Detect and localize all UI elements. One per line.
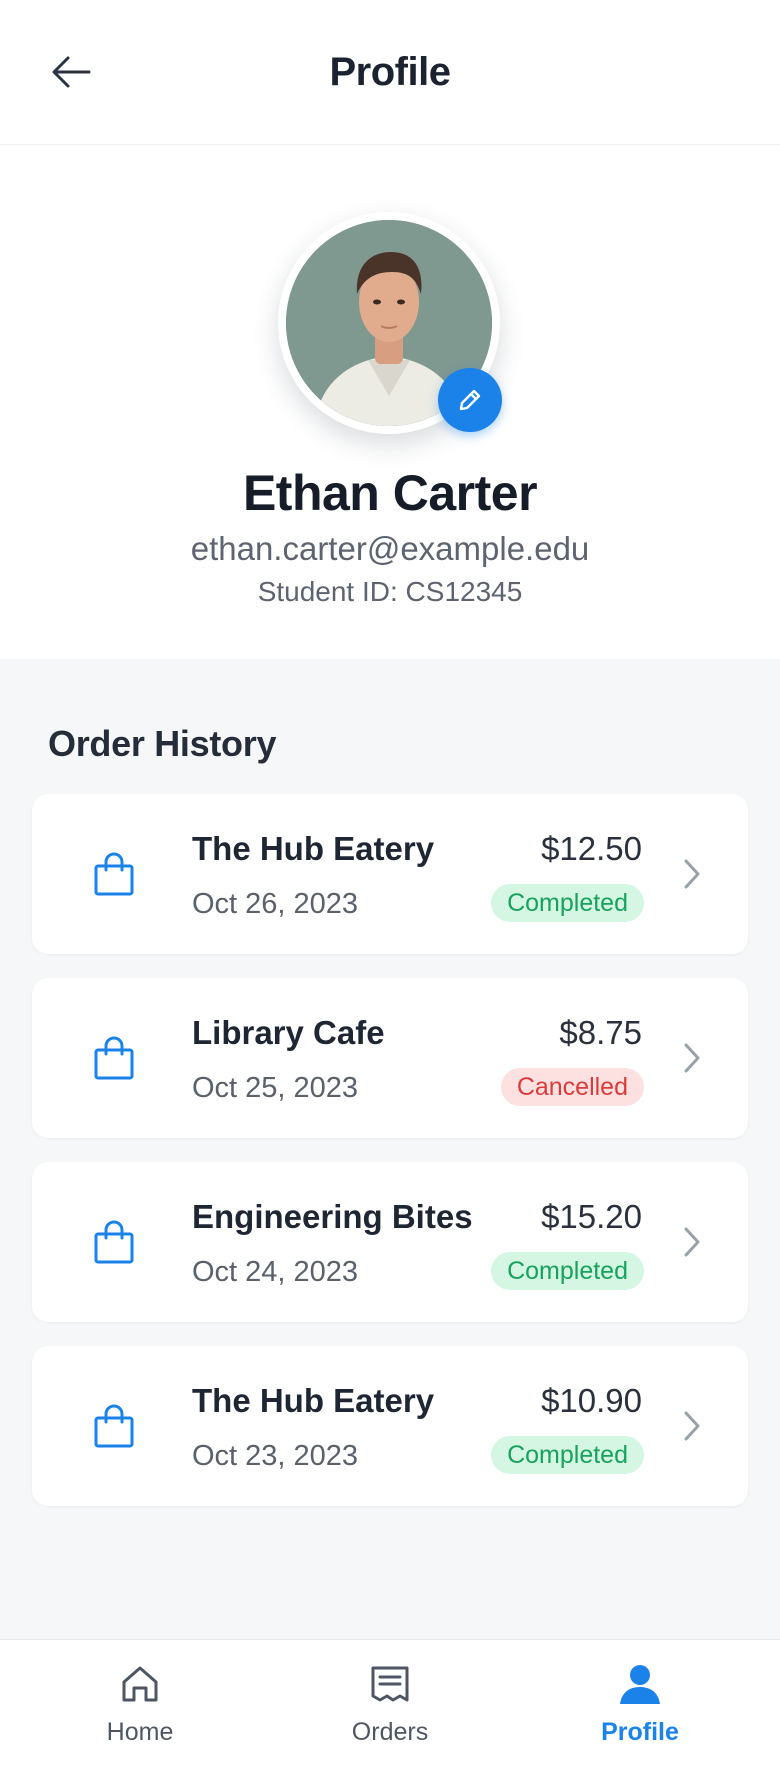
home-icon [118, 1662, 162, 1706]
receipt-icon [368, 1662, 412, 1706]
top-app-bar: Profile [0, 0, 780, 145]
user-icon [618, 1662, 662, 1706]
user-name: Ethan Carter [242, 465, 538, 521]
order-price: $12.50 [541, 830, 642, 867]
chevron-right-icon [672, 1038, 712, 1078]
order-date: Oct 23, 2023 [192, 1440, 359, 1472]
status-badge: Completed [491, 884, 644, 922]
nav-label-orders: Orders [351, 1718, 429, 1746]
order-price: $15.20 [541, 1198, 642, 1235]
nav-item-home[interactable]: Home [40, 1640, 240, 1768]
chevron-right-icon [672, 1222, 712, 1262]
restaurant-name: The Hub Eatery [192, 830, 435, 867]
restaurant-name: The Hub Eatery [192, 1382, 435, 1419]
status-badge: Completed [491, 1436, 644, 1474]
student-id: Student ID: CS12345 [257, 576, 523, 607]
nav-label-profile: Profile [601, 1718, 679, 1746]
nav-item-profile[interactable]: Profile [540, 1640, 740, 1768]
shopping-bag-icon [94, 852, 134, 896]
order-card[interactable]: The Hub Eatery Oct 26, 2023 $12.50 Compl… [32, 794, 748, 954]
restaurant-name: Library Cafe [192, 1014, 385, 1051]
order-history-section: Order History The Hub Eatery Oct 26, 202… [0, 659, 780, 1639]
order-price: $8.75 [559, 1014, 642, 1051]
shopping-bag-icon [94, 1036, 134, 1080]
chevron-right-icon [672, 854, 712, 894]
status-badge: Completed [491, 1252, 644, 1290]
bottom-navigation: Home Orders Profile [0, 1639, 780, 1768]
order-date: Oct 26, 2023 [192, 888, 359, 920]
profile-section: Ethan Carter ethan.carter@example.edu St… [0, 146, 780, 659]
nav-label-home: Home [106, 1718, 174, 1746]
shopping-bag-icon [94, 1220, 134, 1264]
order-card[interactable]: Library Cafe Oct 25, 2023 $8.75 Cancelle… [32, 978, 748, 1138]
status-badge: Cancelled [500, 1068, 644, 1106]
order-card[interactable]: The Hub Eatery Oct 23, 2023 $10.90 Compl… [32, 1346, 748, 1506]
page-title: Profile [329, 50, 451, 94]
section-title: Order History [48, 723, 277, 764]
chevron-right-icon [672, 1406, 712, 1446]
order-date: Oct 24, 2023 [192, 1256, 359, 1288]
shopping-bag-icon [94, 1404, 134, 1448]
restaurant-name: Engineering Bites [192, 1198, 473, 1235]
order-card[interactable]: Engineering Bites Oct 24, 2023 $15.20 Co… [32, 1162, 748, 1322]
edit-avatar-button[interactable] [438, 368, 502, 432]
user-email: ethan.carter@example.edu [190, 530, 590, 567]
nav-item-orders[interactable]: Orders [290, 1640, 490, 1768]
pencil-icon [459, 389, 481, 411]
order-price: $10.90 [541, 1382, 642, 1419]
order-date: Oct 25, 2023 [192, 1072, 359, 1104]
